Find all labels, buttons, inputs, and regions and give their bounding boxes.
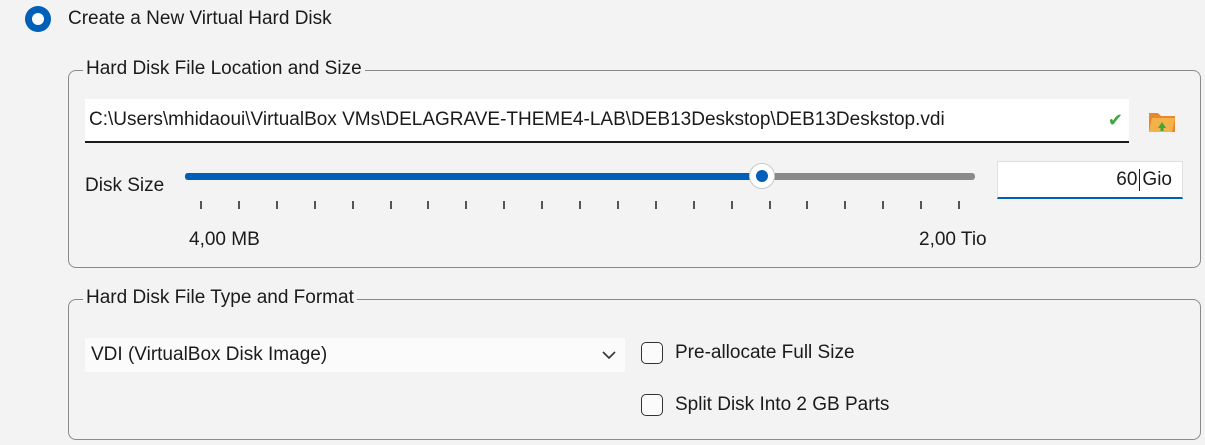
disk-size-value: 60 xyxy=(1116,168,1138,190)
slider-tick xyxy=(276,201,278,209)
slider-tick xyxy=(920,201,922,209)
type-format-group: Hard Disk File Type and Format VDI (Virt… xyxy=(68,286,1201,440)
slider-tick xyxy=(427,201,429,209)
slider-tick xyxy=(200,201,202,209)
folder-open-button[interactable] xyxy=(1147,107,1177,135)
slider-ticks xyxy=(185,201,975,209)
slider-tick xyxy=(541,201,543,209)
slider-tick xyxy=(238,201,240,209)
location-size-group-title: Hard Disk File Location and Size xyxy=(83,57,365,81)
preallocate-row[interactable]: Pre-allocate Full Size xyxy=(641,342,855,364)
slider-tick xyxy=(731,201,733,209)
create-new-disk-label: Create a New Virtual Hard Disk xyxy=(68,8,332,29)
location-size-group: Hard Disk File Location and Size C:\User… xyxy=(68,57,1201,268)
disk-path-input[interactable]: C:\Users\mhidaoui\VirtualBox VMs\DELAGRA… xyxy=(89,109,1108,131)
slider-tick xyxy=(693,201,695,209)
create-new-disk-radio-row[interactable]: Create a New Virtual Hard Disk xyxy=(25,4,332,34)
slider-tick xyxy=(806,201,808,209)
split-disk-label: Split Disk Into 2 GB Parts xyxy=(675,394,890,415)
slider-tick xyxy=(844,201,846,209)
disk-path-field[interactable]: C:\Users\mhidaoui\VirtualBox VMs\DELAGRA… xyxy=(85,99,1129,143)
disk-size-unit: Gio xyxy=(1142,168,1172,190)
check-icon: ✔ xyxy=(1107,109,1123,130)
slider-min-label: 4,00 MB xyxy=(189,229,260,250)
disk-size-slider[interactable] xyxy=(185,163,975,233)
split-disk-checkbox[interactable] xyxy=(641,394,663,416)
folder-open-icon xyxy=(1149,113,1175,132)
slider-track-fill xyxy=(185,173,762,180)
slider-tick xyxy=(465,201,467,209)
slider-tick xyxy=(390,201,392,209)
slider-tick xyxy=(958,201,960,209)
slider-max-label: 2,00 Tio xyxy=(919,229,987,250)
format-select-value: VDI (VirtualBox Disk Image) xyxy=(91,344,328,365)
disk-size-label: Disk Size xyxy=(85,175,165,196)
slider-tick xyxy=(655,201,657,209)
slider-tick xyxy=(352,201,354,209)
format-select[interactable]: VDI (VirtualBox Disk Image) xyxy=(85,338,625,372)
disk-size-input[interactable]: 60 Gio xyxy=(997,161,1183,199)
slider-tick xyxy=(882,201,884,209)
preallocate-label: Pre-allocate Full Size xyxy=(675,342,855,363)
type-format-group-title: Hard Disk File Type and Format xyxy=(83,286,357,310)
split-disk-row[interactable]: Split Disk Into 2 GB Parts xyxy=(641,394,889,416)
slider-tick xyxy=(769,201,771,209)
chevron-down-icon xyxy=(602,351,616,360)
slider-thumb[interactable] xyxy=(749,163,775,189)
slider-tick xyxy=(503,201,505,209)
slider-tick xyxy=(617,201,619,209)
preallocate-checkbox[interactable] xyxy=(641,342,663,364)
slider-tick xyxy=(314,201,316,209)
create-new-disk-radio[interactable] xyxy=(25,6,51,32)
slider-tick xyxy=(579,201,581,209)
